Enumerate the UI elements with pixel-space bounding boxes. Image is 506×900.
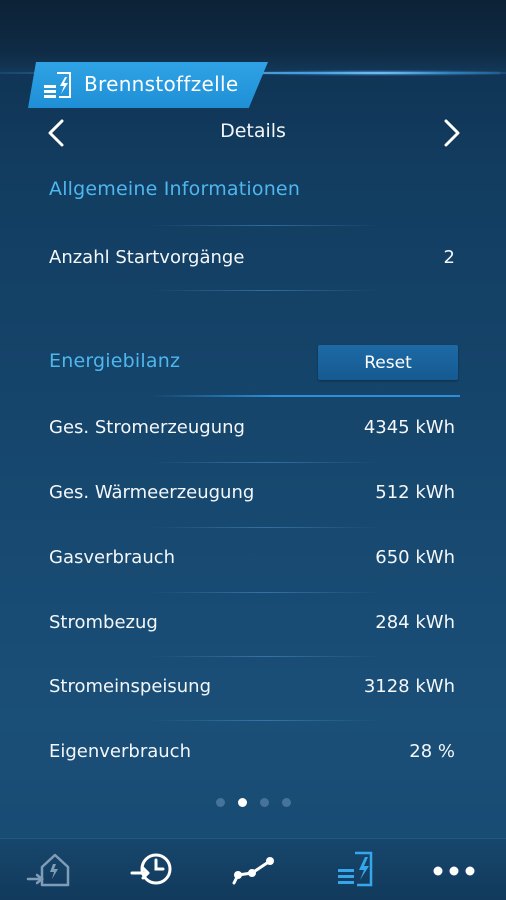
house-icon[interactable] bbox=[22, 845, 82, 893]
row-value-grid-feed-in: 3128 kWh bbox=[363, 676, 455, 697]
chevron-right-icon[interactable] bbox=[440, 118, 464, 148]
page-title: Details bbox=[220, 120, 286, 142]
page-dot-active[interactable] bbox=[238, 798, 247, 807]
history-clock-icon[interactable] bbox=[122, 845, 182, 893]
row-value-self-consumption: 28 % bbox=[409, 741, 455, 762]
page-dot[interactable] bbox=[216, 798, 225, 807]
divider bbox=[150, 656, 380, 657]
divider bbox=[150, 462, 380, 463]
detail-navigation: Details bbox=[0, 110, 506, 154]
row-value-heat-generation: 512 kWh bbox=[375, 482, 455, 503]
top-bar-glow bbox=[230, 70, 500, 76]
row-label-gas-consumption: Gasverbrauch bbox=[49, 547, 176, 568]
row-value-gas-consumption: 650 kWh bbox=[375, 547, 455, 568]
divider bbox=[150, 290, 380, 291]
section-underline bbox=[150, 395, 460, 397]
row-value-grid-purchase: 284 kWh bbox=[375, 612, 455, 633]
fuel-cell-icon bbox=[44, 72, 71, 98]
divider bbox=[150, 225, 380, 226]
row-label-start-count: Anzahl Startvorgänge bbox=[49, 247, 245, 268]
row-value-start-count: 2 bbox=[443, 247, 455, 268]
divider bbox=[150, 592, 380, 593]
bottom-navigation bbox=[0, 838, 506, 900]
page-dot[interactable] bbox=[260, 798, 269, 807]
divider bbox=[150, 720, 380, 721]
graph-nodes-icon[interactable] bbox=[222, 845, 282, 893]
section-title-general: Allgemeine Informationen bbox=[49, 178, 301, 200]
page-indicator bbox=[214, 798, 294, 808]
row-label-self-consumption: Eigenverbrauch bbox=[49, 741, 191, 762]
reset-button[interactable]: Reset bbox=[318, 345, 458, 380]
more-dots-icon[interactable] bbox=[424, 845, 484, 893]
header-title: Brennstoffzelle bbox=[84, 72, 239, 96]
row-value-power-generation: 4345 kWh bbox=[363, 417, 455, 438]
fuel-cell-icon[interactable] bbox=[323, 845, 383, 893]
row-label-grid-purchase: Strombezug bbox=[49, 612, 158, 633]
row-label-heat-generation: Ges. Wärmeerzeugung bbox=[49, 482, 255, 503]
page-dot[interactable] bbox=[282, 798, 291, 807]
section-title-energy: Energiebilanz bbox=[49, 350, 181, 372]
row-label-grid-feed-in: Stromeinspeisung bbox=[49, 676, 212, 697]
divider bbox=[150, 527, 380, 528]
row-label-power-generation: Ges. Stromerzeugung bbox=[49, 417, 245, 438]
header-tab: Brennstoffzelle bbox=[28, 62, 268, 108]
